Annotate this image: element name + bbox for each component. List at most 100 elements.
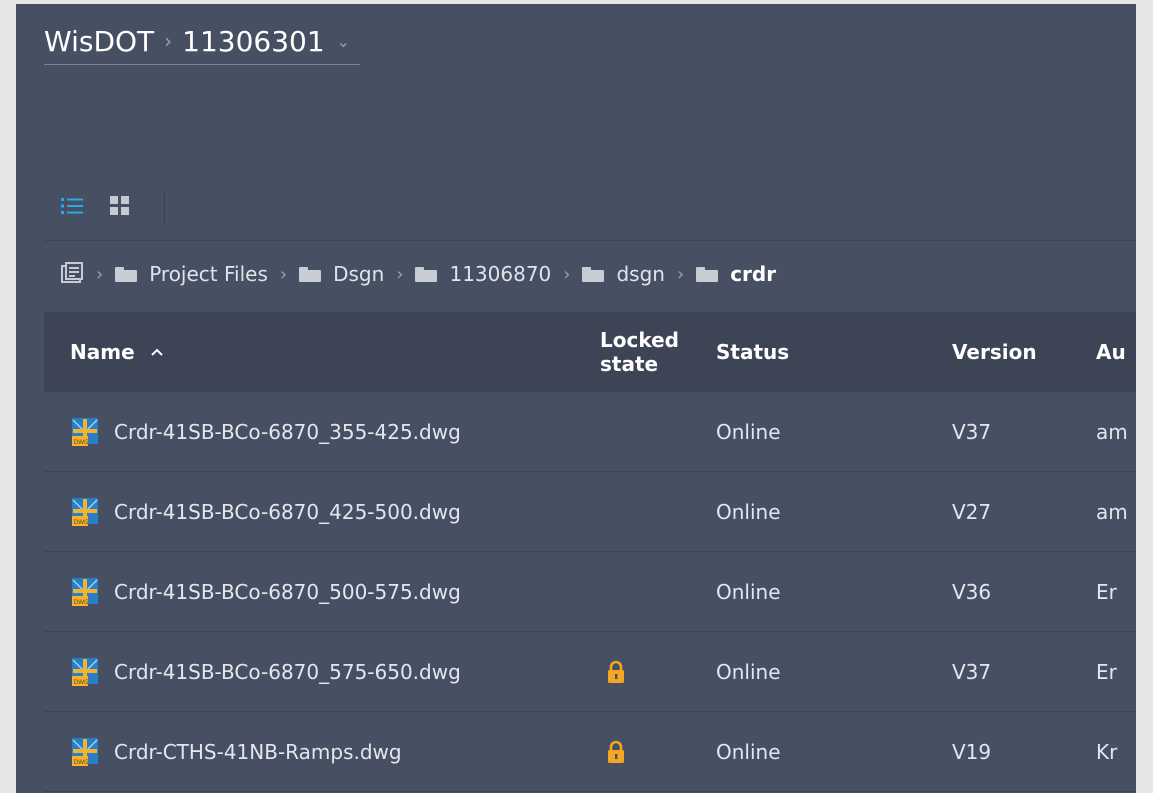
list-view-icon bbox=[61, 198, 83, 214]
cell-version[interactable]: V36 bbox=[908, 580, 1056, 604]
breadcrumb-crdr-current[interactable]: crdr bbox=[696, 262, 776, 286]
author-text: Er bbox=[1096, 659, 1117, 684]
breadcrumb-folder-label: Project Files bbox=[149, 262, 268, 286]
cell-name[interactable]: DWG Crdr-41SB-BCo-6870_575-650.dwg bbox=[44, 656, 572, 688]
svg-text:DWG: DWG bbox=[74, 599, 90, 606]
file-name[interactable]: Crdr-41SB-BCo-6870_500-575.dwg bbox=[114, 580, 461, 604]
breadcrumb-subproject[interactable]: 11306301 bbox=[182, 25, 325, 58]
cell-status: Online bbox=[716, 660, 908, 684]
cell-status: Online bbox=[716, 740, 908, 764]
grid-view-button[interactable] bbox=[108, 194, 132, 218]
version-text[interactable]: V19 bbox=[952, 740, 991, 764]
column-header-name[interactable]: Name bbox=[44, 340, 572, 364]
breadcrumb-separator: › bbox=[563, 263, 571, 285]
dwg-file-icon: DWG bbox=[72, 737, 98, 766]
version-text[interactable]: V27 bbox=[952, 500, 991, 524]
column-header-author[interactable]: Au bbox=[1056, 340, 1136, 364]
cell-version[interactable]: V37 bbox=[908, 660, 1056, 684]
version-text[interactable]: V36 bbox=[952, 580, 991, 604]
cell-author: Kr bbox=[1056, 740, 1136, 764]
table-row[interactable]: DWG Crdr-41SB-BCo-6870_575-650.dwg Onlin… bbox=[44, 632, 1136, 712]
cell-author: Er bbox=[1056, 660, 1136, 684]
project-files-root-icon[interactable] bbox=[60, 262, 84, 286]
dwg-file-icon: DWG bbox=[72, 497, 98, 526]
cell-author: am bbox=[1056, 500, 1136, 524]
cell-version[interactable]: V37 bbox=[908, 420, 1056, 444]
status-text: Online bbox=[716, 739, 781, 764]
file-name[interactable]: Crdr-41SB-BCo-6870_575-650.dwg bbox=[114, 660, 461, 684]
breadcrumb-dsgn[interactable]: Dsgn bbox=[299, 262, 384, 286]
column-header-status[interactable]: Status bbox=[716, 340, 908, 364]
breadcrumb-project[interactable]: WisDOT bbox=[44, 25, 154, 58]
list-view-button[interactable] bbox=[60, 194, 84, 218]
table-row[interactable]: DWG Crdr-41SB-BCo-6870_425-500.dwg Onlin… bbox=[44, 472, 1136, 552]
file-name[interactable]: Crdr-CTHS-41NB-Ramps.dwg bbox=[114, 740, 402, 764]
breadcrumb-separator: › bbox=[396, 263, 404, 285]
column-header-label: Version bbox=[952, 340, 1037, 364]
cell-name[interactable]: DWG Crdr-41SB-BCo-6870_425-500.dwg bbox=[44, 496, 572, 528]
author-text: Kr bbox=[1096, 739, 1118, 764]
table-header: Name Locked state Status Version Au bbox=[44, 312, 1136, 392]
cell-locked-state bbox=[572, 740, 728, 764]
cell-author: am bbox=[1056, 420, 1136, 444]
status-text: Online bbox=[716, 579, 781, 604]
lock-icon bbox=[608, 660, 624, 683]
toolbar-separator-line bbox=[44, 240, 1136, 241]
toolbar-divider bbox=[164, 190, 165, 224]
file-table: Name Locked state Status Version Au DWG … bbox=[44, 312, 1136, 792]
breadcrumb-separator: › bbox=[96, 263, 104, 285]
folder-icon bbox=[115, 266, 138, 282]
cell-version[interactable]: V27 bbox=[908, 500, 1056, 524]
folder-breadcrumb: › Project Files › Dsgn › 11306870 › dsgn… bbox=[60, 256, 776, 292]
dwg-file-icon: DWG bbox=[72, 577, 98, 606]
app-window: WisDOT › 11306301 ⌄ › Project Files › Ds… bbox=[16, 4, 1136, 793]
cell-name[interactable]: DWG Crdr-CTHS-41NB-Ramps.dwg bbox=[44, 736, 572, 768]
lock-icon bbox=[608, 740, 624, 763]
svg-text:DWG: DWG bbox=[74, 519, 90, 526]
sort-ascending-icon bbox=[150, 348, 163, 356]
breadcrumb-11306870[interactable]: 11306870 bbox=[415, 262, 551, 286]
column-header-locked-state[interactable]: Locked state bbox=[572, 328, 728, 376]
breadcrumb-separator: › bbox=[279, 263, 288, 285]
file-name[interactable]: Crdr-41SB-BCo-6870_355-425.dwg bbox=[114, 420, 461, 444]
cell-version[interactable]: V19 bbox=[908, 740, 1056, 764]
column-header-label: Status bbox=[716, 340, 790, 364]
chevron-down-icon[interactable]: ⌄ bbox=[337, 32, 350, 51]
folder-icon bbox=[415, 266, 438, 282]
svg-text:DWG: DWG bbox=[74, 439, 90, 446]
breadcrumb-separator: › bbox=[164, 29, 173, 53]
column-header-label: Locked state bbox=[600, 328, 679, 376]
breadcrumb-folder-label: dsgn bbox=[616, 262, 665, 286]
cell-status: Online bbox=[716, 420, 908, 444]
breadcrumb-folder-label: Dsgn bbox=[333, 262, 385, 286]
status-text: Online bbox=[716, 499, 781, 524]
version-text[interactable]: V37 bbox=[952, 420, 991, 444]
table-row[interactable]: DWG Crdr-41SB-BCo-6870_355-425.dwg Onlin… bbox=[44, 392, 1136, 472]
breadcrumb-separator: › bbox=[676, 263, 685, 285]
svg-text:DWG: DWG bbox=[74, 759, 90, 766]
cell-name[interactable]: DWG Crdr-41SB-BCo-6870_355-425.dwg bbox=[44, 416, 572, 448]
table-row[interactable]: DWG Crdr-CTHS-41NB-Ramps.dwg Online V19 … bbox=[44, 712, 1136, 792]
breadcrumb-folder-label: 11306870 bbox=[449, 262, 552, 286]
cell-author: Er bbox=[1056, 580, 1136, 604]
cell-name[interactable]: DWG Crdr-41SB-BCo-6870_500-575.dwg bbox=[44, 576, 572, 608]
dwg-file-icon: DWG bbox=[72, 657, 98, 686]
author-text: am bbox=[1096, 499, 1128, 524]
folder-icon bbox=[696, 266, 719, 282]
status-text: Online bbox=[716, 659, 781, 684]
folder-icon bbox=[299, 266, 322, 282]
cell-locked-state bbox=[572, 660, 728, 684]
breadcrumb-dsgn-sub[interactable]: dsgn bbox=[582, 262, 665, 286]
project-breadcrumb: WisDOT › 11306301 ⌄ bbox=[44, 18, 361, 65]
author-text: am bbox=[1096, 419, 1128, 444]
version-text[interactable]: V37 bbox=[952, 660, 991, 684]
file-name[interactable]: Crdr-41SB-BCo-6870_425-500.dwg bbox=[114, 500, 461, 524]
column-header-version[interactable]: Version bbox=[908, 340, 1056, 364]
grid-view-icon bbox=[110, 196, 129, 215]
svg-text:DWG: DWG bbox=[74, 679, 90, 686]
table-row[interactable]: DWG Crdr-41SB-BCo-6870_500-575.dwg Onlin… bbox=[44, 552, 1136, 632]
breadcrumb-project-files[interactable]: Project Files bbox=[115, 262, 268, 286]
column-header-label: Au bbox=[1096, 340, 1126, 364]
view-toggle bbox=[60, 194, 132, 218]
author-text: Er bbox=[1096, 579, 1117, 604]
